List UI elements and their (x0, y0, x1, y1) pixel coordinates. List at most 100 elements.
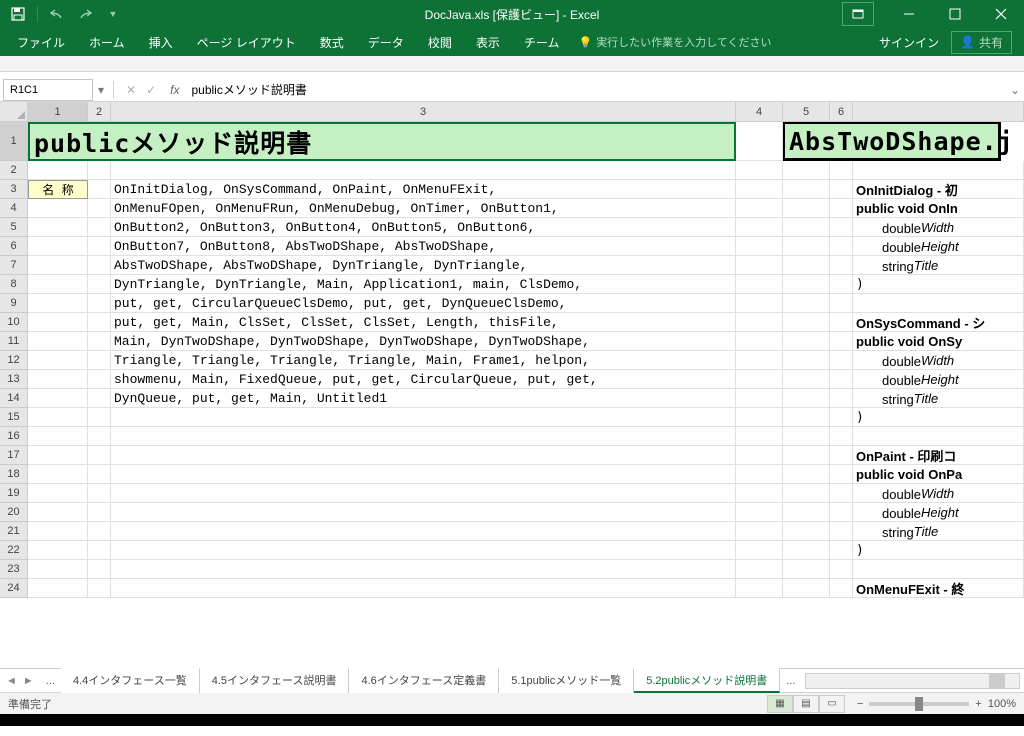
cell[interactable] (736, 408, 783, 427)
cell[interactable] (736, 237, 783, 256)
row-header[interactable]: 8 (0, 275, 28, 294)
cell[interactable]: double Width (853, 351, 1024, 370)
cell[interactable] (830, 503, 853, 522)
cell[interactable] (28, 161, 88, 180)
cell[interactable] (736, 332, 783, 351)
tab-view[interactable]: 表示 (465, 29, 511, 56)
cell[interactable] (88, 199, 111, 218)
maximize-button[interactable] (932, 0, 978, 28)
cell[interactable] (830, 541, 853, 560)
cell[interactable] (736, 484, 783, 503)
tellme-search[interactable]: 💡 実行したい作業を入力してください (578, 34, 771, 50)
zoom-in-icon[interactable]: + (975, 698, 981, 710)
cell[interactable] (88, 408, 111, 427)
cell[interactable] (830, 446, 853, 465)
cell[interactable]: OnInitDialog - 初 (853, 180, 1024, 199)
cell[interactable]: OnButton2, OnButton3, OnButton4, OnButto… (111, 218, 736, 237)
row-header[interactable]: 6 (0, 237, 28, 256)
minimize-button[interactable] (886, 0, 932, 28)
row-header[interactable]: 18 (0, 465, 28, 484)
cell[interactable] (783, 370, 830, 389)
cell[interactable] (783, 275, 830, 294)
name-box-dropdown-icon[interactable]: ▾ (93, 83, 109, 97)
col-header[interactable]: 4 (736, 102, 783, 122)
row-header[interactable]: 16 (0, 427, 28, 446)
row-header[interactable]: 11 (0, 332, 28, 351)
tab-review[interactable]: 校閲 (417, 29, 463, 56)
cell[interactable]: OnSysCommand - シ (853, 313, 1024, 332)
cell[interactable] (28, 313, 88, 332)
cell[interactable] (830, 522, 853, 541)
cell[interactable]: Main, DynTwoDShape, DynTwoDShape, DynTwo… (111, 332, 736, 351)
cell[interactable] (28, 332, 88, 351)
row-header[interactable]: 3 (0, 180, 28, 199)
cell[interactable] (88, 218, 111, 237)
sheet-tab[interactable]: 4.6インタフェース定義書 (349, 668, 499, 693)
cell[interactable] (88, 256, 111, 275)
cell[interactable] (88, 237, 111, 256)
cell[interactable]: double Height (853, 503, 1024, 522)
cell[interactable] (28, 370, 88, 389)
qat-customize-icon[interactable]: ▼ (101, 3, 125, 25)
cell[interactable] (830, 579, 853, 598)
cell[interactable] (28, 351, 88, 370)
tab-formulas[interactable]: 数式 (309, 29, 355, 56)
row-header[interactable]: 22 (0, 541, 28, 560)
cell[interactable] (736, 465, 783, 484)
redo-icon[interactable] (73, 3, 97, 25)
cell[interactable] (28, 408, 88, 427)
cell[interactable] (736, 522, 783, 541)
tab-file[interactable]: ファイル (6, 29, 76, 56)
cell[interactable] (830, 484, 853, 503)
cell[interactable] (28, 427, 88, 446)
close-button[interactable] (978, 0, 1024, 28)
cell[interactable] (736, 180, 783, 199)
cell[interactable] (736, 199, 783, 218)
sheet-tab[interactable]: 5.2publicメソッド説明書 (634, 668, 780, 693)
cell[interactable] (28, 541, 88, 560)
undo-icon[interactable] (45, 3, 69, 25)
cell[interactable]: Triangle, Triangle, Triangle, Triangle, … (111, 351, 736, 370)
cell[interactable] (830, 389, 853, 408)
cell[interactable] (88, 522, 111, 541)
cell[interactable]: ) (853, 275, 1024, 294)
cell[interactable] (736, 370, 783, 389)
cell[interactable] (830, 161, 853, 180)
row-header[interactable]: 19 (0, 484, 28, 503)
cell[interactable]: AbsTwoDShape, AbsTwoDShape, DynTriangle,… (111, 256, 736, 275)
row-header[interactable]: 2 (0, 161, 28, 180)
horizontal-scrollbar[interactable] (805, 673, 1020, 689)
cell[interactable] (88, 579, 111, 598)
cell[interactable] (736, 294, 783, 313)
cell[interactable] (736, 446, 783, 465)
cell[interactable] (783, 180, 830, 199)
cell[interactable] (736, 351, 783, 370)
cell[interactable] (830, 237, 853, 256)
zoom-level[interactable]: 100% (988, 698, 1016, 710)
cell[interactable] (783, 313, 830, 332)
cell[interactable] (28, 446, 88, 465)
col-header[interactable]: 1 (28, 102, 88, 122)
cell[interactable] (111, 484, 736, 503)
cell[interactable] (783, 446, 830, 465)
cell[interactable]: 名 称 (28, 180, 88, 199)
cell[interactable]: double Height (853, 237, 1024, 256)
sheet-tab[interactable]: 4.4インタフェース一覧 (61, 668, 200, 693)
cell[interactable]: OnInitDialog, OnSysCommand, OnPaint, OnM… (111, 180, 736, 199)
cell[interactable] (88, 313, 111, 332)
cell[interactable] (88, 370, 111, 389)
cell[interactable] (88, 484, 111, 503)
cell[interactable] (853, 294, 1024, 313)
row-header[interactable]: 13 (0, 370, 28, 389)
share-button[interactable]: 👤 共有 (951, 31, 1012, 54)
cell[interactable] (111, 446, 736, 465)
cell[interactable] (736, 560, 783, 579)
ribbon-display-icon[interactable] (842, 2, 874, 26)
cell[interactable] (111, 541, 736, 560)
sheet-tab[interactable]: 5.1publicメソッド一覧 (499, 668, 634, 693)
cell[interactable] (88, 161, 111, 180)
cell[interactable] (783, 332, 830, 351)
cell[interactable] (783, 256, 830, 275)
col-header[interactable]: 6 (830, 102, 853, 122)
cell[interactable] (88, 465, 111, 484)
